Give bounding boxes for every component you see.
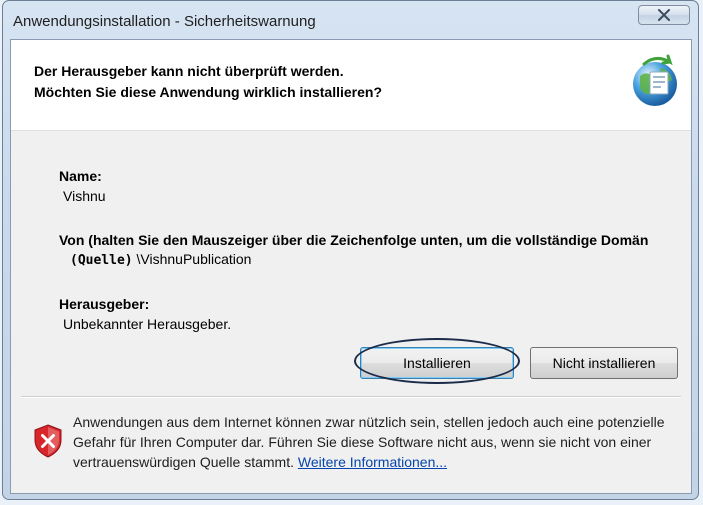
from-value-prefix: (Quelle) (70, 253, 133, 268)
dialog-window: Anwendungsinstallation - Sicherheitswarn… (2, 0, 699, 500)
name-value: Vishnu (63, 188, 106, 204)
separator (21, 396, 681, 398)
name-label: Name: (59, 168, 102, 184)
from-value-domain: \VishnuPublication (136, 251, 252, 267)
warning-message: Anwendungen aus dem Internet können zwar… (73, 412, 683, 472)
close-button[interactable] (638, 5, 690, 25)
security-shield-icon (34, 424, 62, 458)
title-bar[interactable]: Anwendungsinstallation - Sicherheitswarn… (3, 1, 698, 41)
close-icon (658, 9, 670, 21)
globe-install-icon (633, 54, 677, 106)
header-line-2: Möchten Sie diese Anwendung wirklich ins… (34, 84, 382, 100)
more-info-link[interactable]: Weitere Informationen... (298, 454, 447, 470)
dialog-body: Der Herausgeber kann nicht überprüft wer… (10, 39, 692, 494)
window-title: Anwendungsinstallation - Sicherheitswarn… (13, 13, 316, 30)
highlight-ellipse (354, 338, 520, 384)
publisher-value: Unbekannter Herausgeber. (63, 316, 232, 332)
publisher-label: Herausgeber: (59, 296, 150, 312)
dont-install-button[interactable]: Nicht installieren (530, 347, 678, 379)
header-message: Der Herausgeber kann nicht überprüft wer… (34, 61, 382, 103)
from-value[interactable]: (Quelle) \VishnuPublication (70, 251, 251, 268)
header-line-1: Der Herausgeber kann nicht überprüft wer… (34, 63, 344, 79)
header-panel: Der Herausgeber kann nicht überprüft wer… (11, 40, 691, 131)
from-label: Von (halten Sie den Mauszeiger über die … (59, 232, 649, 248)
